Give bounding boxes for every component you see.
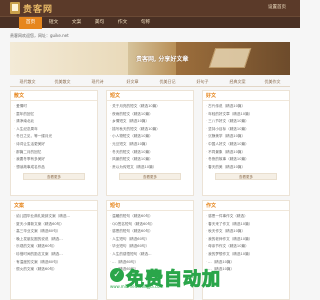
watermark-url: www.mianfeizidongjia.com — [110, 284, 164, 289]
list-item[interactable]: 爱情时 — [14, 103, 94, 111]
short-essay-column: 短文 关于月亮的短文（精选10篇） 夜雨的短文（精选10篇） 乡情短文（精选10… — [106, 90, 194, 196]
list-item[interactable]: 乡情短文（精选10篇） — [110, 118, 190, 126]
column-title: 散文 — [11, 91, 97, 101]
book-icon — [10, 2, 20, 14]
list-item[interactable]: 夏天小清新文案（精选60句） — [14, 221, 94, 229]
list-item[interactable]: 感恩的短句（精选60句） — [110, 228, 190, 236]
list-item[interactable]: 我的老师作文（精选10篇） — [206, 236, 286, 244]
column-title: 文案 — [11, 201, 97, 211]
set-homepage-link[interactable]: 设置首页 — [268, 4, 286, 10]
column-title: 好文 — [203, 91, 289, 101]
nav-item-beautiful-sentences[interactable]: 美句 — [88, 17, 111, 29]
list-item[interactable]: 春天来了作文（精选10篇） — [206, 221, 286, 229]
site-logo-text: 贵客网 — [23, 4, 54, 15]
main-nav: 首页 短文 文案 美句 作文 句称 — [0, 16, 300, 29]
list-item[interactable]: 那篇二月的回忆 — [14, 149, 94, 157]
list-item[interactable]: 高三毕业文案（精选60句） — [14, 228, 94, 236]
list-item[interactable]: 我要冬季有多美好 — [14, 156, 94, 164]
list-item[interactable]: 人生的感悟短句（精选... — [110, 251, 190, 259]
nav-item-composition[interactable]: 作文 — [111, 17, 134, 29]
list-item[interactable]: 珍惜时间的励志文案（精选... — [14, 251, 94, 259]
list-item[interactable]: 秋天作文（精选10篇） — [206, 228, 286, 236]
column-title: 短文 — [107, 91, 193, 101]
nav-item-copywriting[interactable]: 文案 — [65, 17, 88, 29]
list-item[interactable]: 母亲节作文（精选10篇） — [206, 243, 286, 251]
good-articles-column: 好文 古代传说（精选10篇） 年轻的好文章（精选10篇） 三八节好文（精选10篇… — [202, 90, 290, 196]
nav-item-home[interactable]: 首页 — [19, 17, 42, 29]
list-item[interactable]: 小人物短文（精选10篇） — [110, 133, 190, 141]
list-item[interactable]: 我的梦想作文（精选10篇） — [206, 251, 286, 259]
watermark: ✓ 免费自动加 www.mianfeizidongjia.com — [110, 262, 280, 292]
list-item[interactable]: 冬夜的故事（精选10篇） — [206, 156, 286, 164]
nav-item-short-essay[interactable]: 短文 — [42, 17, 65, 29]
list-item[interactable]: 风景的短文（精选10篇） — [110, 156, 190, 164]
list-item[interactable]: 有温度的文案（精选60句） — [14, 259, 94, 267]
nav-item-titles[interactable]: 句称 — [134, 17, 157, 29]
list-item[interactable]: 温暖的短句（精选60句） — [110, 213, 190, 221]
list-item[interactable]: 三八节好文（精选10篇） — [206, 118, 286, 126]
list-item[interactable]: 坚持小目标（精选10篇） — [206, 126, 286, 134]
header: 贵客网 设置首页 — [0, 0, 300, 16]
category-tabs: 现代散文 优美散文 现代诗 好文章 优美日记 好句子 经典文案 优美作文 — [10, 78, 290, 87]
banner[interactable]: 贵客网, 分享好文章 — [10, 42, 290, 75]
list-item[interactable]: 冬天的短文（精选10篇） — [110, 149, 190, 157]
more-button[interactable]: 查看更多 — [23, 173, 85, 181]
list-item[interactable]: 贵以为传短文（精选10篇） — [110, 164, 190, 172]
tab-composition[interactable]: 优美作文 — [255, 78, 290, 86]
watermark-logo-icon: ✓ — [110, 268, 124, 282]
list-item[interactable]: 幼儿园毕业典礼致辞文案（精选... — [14, 213, 94, 221]
column-title: 短句 — [107, 201, 193, 211]
tab-good-sentences[interactable]: 好句子 — [185, 78, 220, 86]
list-item[interactable]: 晚上发朋友圈的说说（精选... — [14, 236, 94, 244]
list-item[interactable]: 夜雨的短文（精选10篇） — [110, 111, 190, 119]
list-item[interactable]: 年轻的好文章（精选10篇） — [206, 111, 286, 119]
tab-classic-copy[interactable]: 经典文案 — [220, 78, 255, 86]
banner-title: 贵客网, 分享好文章 — [136, 56, 189, 63]
more-button[interactable]: 查看更多 — [215, 173, 277, 181]
welcome-text: 贵客网欢迎您，网址：guike.net — [10, 33, 69, 38]
list-item[interactable]: 描写秋天的短文（精选10篇） — [110, 126, 190, 134]
list-item[interactable]: 元旦短文（精选10篇） — [110, 141, 190, 149]
list-item[interactable]: 很火的文案（精选60句） — [14, 266, 94, 274]
list-item[interactable]: 沉静美学（精选10篇） — [206, 133, 286, 141]
list-item[interactable]: 关于月亮的短文（精选10篇） — [110, 103, 190, 111]
list-item[interactable]: 感恩一件事作文（精选） — [206, 213, 286, 221]
list-item[interactable]: 中国人好文（精选10篇） — [206, 141, 286, 149]
book-image — [208, 48, 252, 68]
tab-good-articles[interactable]: 好文章 — [115, 78, 150, 86]
site-logo[interactable]: 贵客网 — [10, 1, 53, 15]
list-item[interactable]: 人生纪念周年 — [14, 126, 94, 134]
list-item[interactable]: QQ签名短句（精选60句） — [110, 221, 190, 229]
page: 贵客网 设置首页 首页 短文 文案 美句 作文 句称 贵客网欢迎您，网址：gui… — [0, 0, 300, 300]
prose-column: 散文 爱情时 童年的回忆 清净南北北 人生纪念周年 冬日之见，等一缕月光 诗词让… — [10, 90, 98, 196]
list-item[interactable]: 想读故事成名作品 — [14, 164, 94, 172]
list-item[interactable]: 毕业短句（精选60句） — [110, 243, 190, 251]
tab-modern-poetry[interactable]: 现代诗 — [80, 78, 115, 86]
list-item[interactable]: 乐观的文案（精选60句） — [14, 243, 94, 251]
list-item[interactable]: 人生短句（精选60句） — [110, 236, 190, 244]
list-item[interactable]: 清净南北北 — [14, 118, 94, 126]
column-title: 作文 — [203, 201, 289, 211]
tab-modern-prose[interactable]: 现代散文 — [10, 78, 45, 86]
tab-beautiful-prose[interactable]: 优美散文 — [45, 78, 80, 86]
list-item[interactable]: 冬日之见，等一缕月光 — [14, 133, 94, 141]
list-item[interactable]: 不同景象（精选10篇） — [206, 149, 286, 157]
tab-diary[interactable]: 优美日记 — [150, 78, 185, 86]
more-button[interactable]: 查看更多 — [119, 173, 181, 181]
list-item[interactable]: 诗词让生活更美好 — [14, 141, 94, 149]
list-item[interactable]: 古代传说（精选10篇） — [206, 103, 286, 111]
list-item[interactable]: 春天的美（精选10篇） — [206, 164, 286, 172]
list-item[interactable]: 童年的回忆 — [14, 111, 94, 119]
copywriting-column: 文案 幼儿园毕业典礼致辞文案（精选... 夏天小清新文案（精选60句） 高三毕业… — [10, 200, 98, 300]
